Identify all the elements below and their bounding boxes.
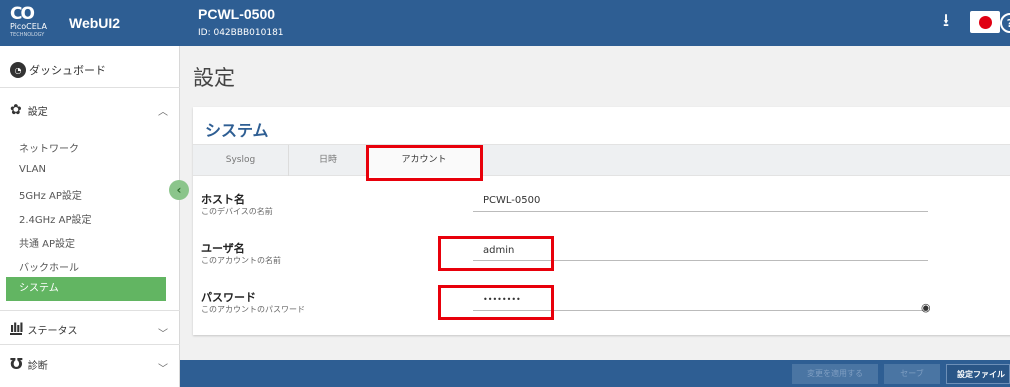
- dashboard-icon: ◔: [10, 62, 26, 78]
- system-card: システム Syslog 日時 アカウント ホスト名 このデバイスの名前 PCWL…: [193, 107, 1010, 335]
- sidebar-item-24ghz-ap[interactable]: 2.4GHz AP設定: [19, 211, 91, 226]
- sidebar-item-backhaul[interactable]: バックホール: [19, 259, 79, 274]
- nav-diagnosis-label: 診断: [27, 360, 48, 372]
- apply-changes-button[interactable]: 変更を適用する: [792, 364, 878, 384]
- company-subtitle: TECHNOLOGY: [10, 32, 45, 38]
- chart-icon: ılıl: [10, 320, 23, 335]
- chevron-up-icon: ︿: [158, 107, 168, 118]
- nav-status[interactable]: ılıl ステータス ﹀: [10, 319, 174, 340]
- tab-bar: Syslog 日時 アカウント: [193, 144, 1010, 176]
- hostname-field[interactable]: PCWL-0500: [483, 195, 540, 206]
- nav-divider: [0, 87, 180, 88]
- language-flag-button[interactable]: [970, 11, 1000, 33]
- username-desc: このアカウントの名前: [201, 256, 281, 265]
- sidebar-item-network[interactable]: ネットワーク: [19, 140, 79, 155]
- username-underline: [473, 260, 928, 261]
- sidebar-item-system[interactable]: システム: [6, 277, 166, 301]
- page-title: 設定: [193, 66, 235, 90]
- hostname-label: ホスト名: [201, 193, 245, 206]
- eye-icon[interactable]: ◉: [921, 301, 931, 314]
- logo-glyph: CO: [10, 4, 35, 24]
- password-label: パスワード: [201, 291, 256, 304]
- chevron-left-icon: ‹: [176, 183, 182, 197]
- username-label: ユーザ名: [201, 242, 245, 255]
- sidebar-item-common-ap[interactable]: 共通 AP設定: [19, 235, 75, 250]
- nav-divider: [0, 344, 180, 345]
- sidebar-item-vlan[interactable]: VLAN: [19, 164, 46, 175]
- app-name: WebUI2: [69, 15, 121, 31]
- chevron-down-icon: ﹀: [158, 329, 168, 340]
- company-name: PicoCELA: [10, 22, 47, 31]
- bottom-bar: 変更を適用する セーブ 設定ファイル: [180, 360, 1010, 387]
- tab-account[interactable]: アカウント: [368, 145, 481, 176]
- device-name: PCWL-0500: [198, 6, 276, 22]
- password-underline: [473, 310, 928, 311]
- device-id: ID: 042BBB010181: [198, 28, 284, 38]
- nav-status-label: ステータス: [27, 325, 78, 337]
- nav-divider: [0, 310, 180, 311]
- sidebar-item-5ghz-ap[interactable]: 5GHz AP設定: [19, 187, 82, 202]
- japan-flag-icon: [978, 15, 992, 29]
- gear-icon: ✿: [10, 102, 22, 118]
- sidebar: CO PicoCELA TECHNOLOGY WebUI2 ◔ ダッシュボード …: [0, 0, 180, 387]
- nav-settings[interactable]: ✿ 設定 ︿: [10, 100, 174, 120]
- chevron-down-icon: ﹀: [158, 364, 168, 375]
- stethoscope-icon: Ʊ: [10, 355, 23, 373]
- nav-dashboard[interactable]: ◔ ダッシュボード: [10, 60, 106, 80]
- download-icon[interactable]: ⭳: [935, 10, 957, 35]
- password-desc: このアカウントのパスワード: [201, 305, 305, 314]
- password-field[interactable]: ••••••••: [483, 295, 521, 304]
- save-button[interactable]: セーブ: [884, 364, 940, 384]
- top-bar: PCWL-0500 ID: 042BBB010181 ⭳ ?: [180, 0, 1010, 46]
- hostname-underline: [473, 211, 928, 212]
- nav-diagnosis[interactable]: Ʊ 診断 ﹀: [10, 354, 174, 375]
- hostname-desc: このデバイスの名前: [201, 207, 273, 216]
- brand-header: CO PicoCELA TECHNOLOGY WebUI2: [0, 0, 180, 46]
- nav-dashboard-label: ダッシュボード: [29, 64, 106, 77]
- username-field[interactable]: admin: [483, 245, 514, 256]
- config-file-button[interactable]: 設定ファイル: [946, 364, 1010, 384]
- sidebar-collapse-button[interactable]: ‹: [169, 180, 189, 200]
- nav-settings-label: 設定: [27, 106, 48, 118]
- help-icon[interactable]: ?: [1000, 13, 1010, 33]
- brand-logo: CO PicoCELA TECHNOLOGY: [10, 4, 66, 40]
- tab-syslog[interactable]: Syslog: [193, 145, 289, 176]
- tab-datetime[interactable]: 日時: [289, 145, 368, 176]
- card-title: システム: [205, 121, 269, 140]
